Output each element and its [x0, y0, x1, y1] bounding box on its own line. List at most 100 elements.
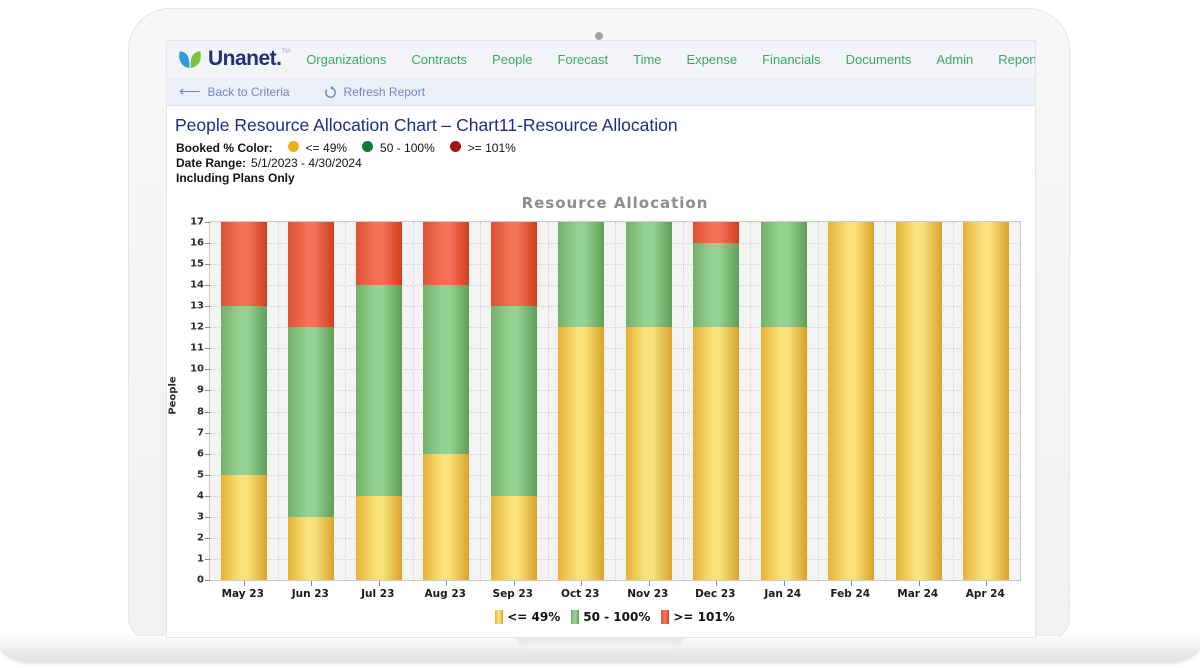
nav-item-organizations[interactable]: Organizations — [306, 52, 386, 67]
booked-dot-label-1: 50 - 100% — [380, 141, 435, 155]
bar-segment — [288, 517, 334, 580]
x-tick-mark — [446, 581, 447, 586]
gridline-v — [818, 222, 819, 580]
x-tick-mark — [311, 581, 312, 586]
x-axis-label: Feb 24 — [830, 588, 870, 600]
bar-segment — [693, 327, 739, 580]
y-tick-label: 6 — [178, 448, 204, 459]
unanet-logo[interactable]: Unanet. TM — [177, 47, 290, 72]
y-tick-mark — [205, 580, 210, 581]
bar-segment — [693, 222, 739, 243]
chart-legend-item-1: 50 - 100% — [571, 610, 650, 624]
x-tick-mark — [379, 581, 380, 586]
bar-segment — [626, 222, 672, 327]
chart-legend-swatch-1 — [571, 610, 579, 624]
y-tick-label: 10 — [178, 364, 204, 375]
plot-area: People 01234567891011121314151617 — [209, 221, 1021, 581]
bar-segment — [423, 285, 469, 453]
x-tick-mark — [784, 581, 785, 586]
bar-segment — [356, 285, 402, 496]
bar-segment — [491, 306, 537, 496]
booked-dot-label-0: <= 49% — [306, 141, 347, 155]
y-tick-mark — [205, 285, 210, 286]
chart-legend-swatch-2 — [661, 610, 669, 624]
x-tick-mark — [986, 581, 987, 586]
gridline-v — [345, 222, 346, 580]
nav-item-contracts[interactable]: Contracts — [411, 52, 467, 67]
gridline-v — [480, 222, 481, 580]
resource-allocation-chart: Resource Allocation People 0123456789101… — [209, 194, 1021, 624]
bar-segment — [356, 222, 402, 285]
bar-segment — [221, 475, 267, 580]
webcam-dot — [595, 32, 603, 40]
y-tick-mark — [205, 433, 210, 434]
back-to-criteria-button[interactable]: ⟵ Back to Criteria — [179, 85, 290, 99]
y-tick-label: 0 — [178, 575, 204, 586]
nav-item-people[interactable]: People — [492, 52, 532, 67]
nav-item-documents[interactable]: Documents — [846, 52, 912, 67]
unanet-leaf-icon — [177, 50, 203, 72]
nav-item-financials[interactable]: Financials — [762, 52, 821, 67]
report-toolbar: ⟵ Back to Criteria Refresh Report — [167, 79, 1035, 106]
nav-links: Organizations Contracts People Forecast Time… — [306, 52, 1036, 67]
y-tick-mark — [205, 559, 210, 560]
nav-item-expense[interactable]: Expense — [687, 52, 738, 67]
bar-segment — [423, 454, 469, 580]
x-axis-label: Sep 23 — [493, 588, 533, 600]
y-tick-label: 2 — [178, 532, 204, 543]
chart-legend: <= 49% 50 - 100% >= 101% — [209, 610, 1021, 624]
x-axis-label: Apr 24 — [966, 588, 1005, 600]
page-title: People Resource Allocation Chart – Chart… — [175, 115, 678, 136]
nav-item-admin[interactable]: Admin — [936, 52, 973, 67]
gridline-v — [413, 222, 414, 580]
report-body: People Resource Allocation Chart – Chart… — [167, 106, 1035, 638]
x-tick-mark — [649, 581, 650, 586]
y-tick-mark — [205, 475, 210, 476]
refresh-report-button[interactable]: Refresh Report — [324, 85, 425, 99]
booked-color-legend: <= 49% 50 - 100% >= 101% — [273, 141, 516, 156]
y-tick-mark — [205, 538, 210, 539]
y-tick-mark — [205, 412, 210, 413]
nav-item-reports[interactable]: Reports — [998, 52, 1036, 67]
x-axis-label: Dec 23 — [695, 588, 735, 600]
x-tick-mark — [716, 581, 717, 586]
bar-segment — [558, 327, 604, 580]
refresh-icon — [324, 86, 337, 99]
bar-segment — [221, 306, 267, 474]
x-axis-label: May 23 — [222, 588, 264, 600]
chart-legend-item-2: >= 101% — [661, 610, 734, 624]
bar-segment — [423, 222, 469, 285]
bar-segment — [761, 222, 807, 327]
nav-item-time[interactable]: Time — [633, 52, 661, 67]
booked-dot-0 — [288, 141, 299, 152]
logo-wordmark: Unanet. — [208, 47, 282, 71]
x-axis-label: Aug 23 — [425, 588, 466, 600]
y-tick-mark — [205, 306, 210, 307]
x-axis-label: Jan 24 — [764, 588, 801, 600]
y-tick-label: 5 — [178, 469, 204, 480]
booked-dot-1 — [362, 141, 373, 152]
y-tick-label: 9 — [178, 385, 204, 396]
booked-dot-label-2: >= 101% — [468, 141, 516, 155]
bar-segment — [491, 222, 537, 306]
y-tick-mark — [205, 390, 210, 391]
gridline-v — [615, 222, 616, 580]
y-tick-mark — [205, 454, 210, 455]
chart-legend-swatch-0 — [495, 610, 503, 624]
top-navbar: Unanet. TM Organizations Contracts People F… — [167, 41, 1035, 79]
y-tick-label: 17 — [178, 217, 204, 228]
gridline-v — [885, 222, 886, 580]
y-tick-mark — [205, 264, 210, 265]
bar-segment — [896, 222, 942, 580]
y-tick-label: 3 — [178, 511, 204, 522]
x-tick-mark — [514, 581, 515, 586]
chart-legend-item-0: <= 49% — [495, 610, 560, 624]
y-tick-mark — [205, 369, 210, 370]
booked-color-row: Booked % Color: <= 49%50 - 100%>= 101% — [176, 141, 516, 156]
x-tick-mark — [851, 581, 852, 586]
y-tick-label: 13 — [178, 301, 204, 312]
bar-segment — [288, 327, 334, 517]
nav-item-forecast[interactable]: Forecast — [558, 52, 609, 67]
y-tick-label: 15 — [178, 259, 204, 270]
y-tick-label: 12 — [178, 322, 204, 333]
